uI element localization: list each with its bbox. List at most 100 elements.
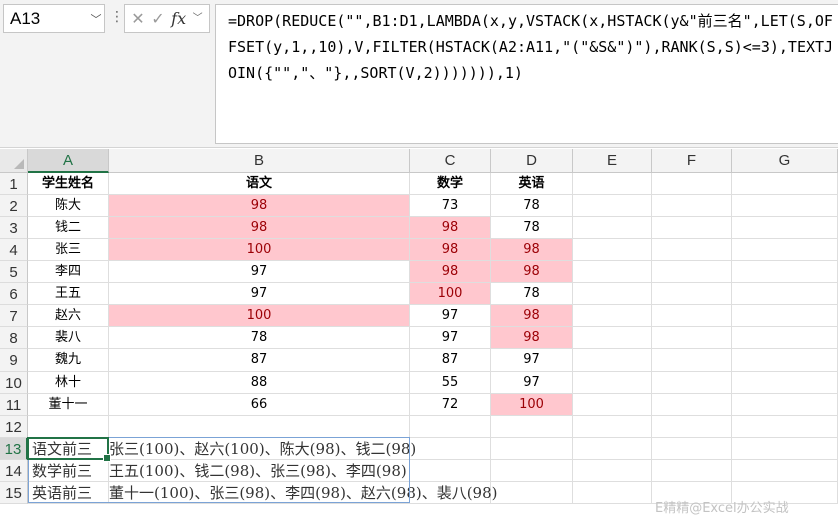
empty-cell[interactable] (652, 173, 732, 196)
empty-cell[interactable] (491, 459, 573, 482)
cancel-icon[interactable]: ✕ (131, 10, 144, 27)
empty-cell[interactable] (573, 195, 652, 218)
score-cell-chinese[interactable]: 97 (109, 261, 410, 284)
empty-cell[interactable] (573, 217, 652, 240)
empty-cell[interactable] (573, 327, 652, 350)
column-header-c[interactable]: C (410, 149, 491, 173)
empty-cell[interactable] (410, 415, 491, 438)
score-cell-chinese[interactable]: 78 (109, 327, 410, 350)
student-name-cell[interactable]: 赵六 (28, 305, 109, 328)
score-cell-chinese[interactable]: 100 (109, 305, 410, 328)
row-header-14[interactable]: 14 (0, 459, 28, 482)
row-header-15[interactable]: 15 (0, 481, 28, 504)
empty-cell[interactable] (573, 173, 652, 196)
student-name-cell[interactable]: 林十 (28, 371, 109, 394)
name-box[interactable]: A13 ﹀ (3, 4, 105, 33)
column-header-b[interactable]: B (109, 149, 410, 173)
score-cell-math[interactable]: 98 (410, 261, 491, 284)
column-header-a[interactable]: A (28, 149, 109, 173)
empty-cell[interactable] (732, 437, 838, 460)
empty-cell[interactable] (652, 283, 732, 306)
empty-cell[interactable] (491, 437, 573, 460)
empty-cell[interactable] (732, 415, 838, 438)
student-name-cell[interactable]: 张三 (28, 239, 109, 262)
empty-cell[interactable] (652, 195, 732, 218)
empty-cell[interactable] (109, 415, 410, 438)
row-header-6[interactable]: 6 (0, 283, 28, 306)
row-header-12[interactable]: 12 (0, 415, 28, 438)
score-cell-english[interactable]: 78 (491, 195, 573, 218)
empty-cell[interactable] (491, 481, 573, 504)
empty-cell[interactable] (573, 393, 652, 416)
score-cell-english[interactable]: 98 (491, 305, 573, 328)
empty-cell[interactable] (732, 393, 838, 416)
empty-cell[interactable] (652, 459, 732, 482)
empty-cell[interactable] (732, 371, 838, 394)
empty-cell[interactable] (652, 415, 732, 438)
row-header-8[interactable]: 8 (0, 327, 28, 350)
chevron-down-icon[interactable]: ﹀ (88, 11, 104, 27)
student-name-cell[interactable]: 李四 (28, 261, 109, 284)
score-cell-chinese[interactable]: 98 (109, 195, 410, 218)
empty-cell[interactable] (573, 305, 652, 328)
score-cell-english[interactable]: 78 (491, 217, 573, 240)
header-cell-name[interactable]: 学生姓名 (28, 173, 109, 196)
score-cell-math[interactable]: 87 (410, 349, 491, 372)
empty-cell[interactable] (732, 305, 838, 328)
empty-cell[interactable] (652, 327, 732, 350)
empty-cell[interactable] (732, 217, 838, 240)
empty-cell[interactable] (652, 239, 732, 262)
empty-cell[interactable] (732, 261, 838, 284)
empty-cell[interactable] (732, 239, 838, 262)
student-name-cell[interactable]: 王五 (28, 283, 109, 306)
row-header-1[interactable]: 1 (0, 173, 28, 196)
header-cell-chinese[interactable]: 语文 (109, 173, 410, 196)
score-cell-math[interactable]: 72 (410, 393, 491, 416)
score-cell-chinese[interactable]: 100 (109, 239, 410, 262)
score-cell-english[interactable]: 98 (491, 327, 573, 350)
row-header-7[interactable]: 7 (0, 305, 28, 328)
empty-cell[interactable] (652, 217, 732, 240)
score-cell-math[interactable]: 98 (410, 239, 491, 262)
empty-cell[interactable] (652, 371, 732, 394)
row-header-4[interactable]: 4 (0, 239, 28, 262)
score-cell-english[interactable]: 98 (491, 261, 573, 284)
score-cell-math[interactable]: 55 (410, 371, 491, 394)
more-options-icon[interactable]: ⋮ (110, 9, 124, 25)
header-cell-english[interactable]: 英语 (491, 173, 573, 196)
empty-cell[interactable] (732, 195, 838, 218)
student-name-cell[interactable]: 魏九 (28, 349, 109, 372)
empty-cell[interactable] (652, 261, 732, 284)
enter-icon[interactable]: ✓ (151, 10, 164, 27)
row-header-5[interactable]: 5 (0, 261, 28, 284)
empty-cell[interactable] (652, 393, 732, 416)
empty-cell[interactable] (652, 437, 732, 460)
empty-cell[interactable] (573, 459, 652, 482)
empty-cell[interactable] (573, 349, 652, 372)
empty-cell[interactable] (573, 371, 652, 394)
insert-function-icon[interactable]: fx (171, 10, 186, 27)
score-cell-chinese[interactable]: 87 (109, 349, 410, 372)
student-name-cell[interactable]: 钱二 (28, 217, 109, 240)
row-header-9[interactable]: 9 (0, 349, 28, 372)
score-cell-chinese[interactable]: 98 (109, 217, 410, 240)
empty-cell[interactable] (732, 283, 838, 306)
column-header-e[interactable]: E (573, 149, 652, 173)
score-cell-math[interactable]: 100 (410, 283, 491, 306)
empty-cell[interactable] (652, 349, 732, 372)
empty-cell[interactable] (652, 305, 732, 328)
student-name-cell[interactable]: 裴八 (28, 327, 109, 350)
empty-cell[interactable] (732, 173, 838, 196)
empty-cell[interactable] (573, 481, 652, 504)
row-header-3[interactable]: 3 (0, 217, 28, 240)
formula-input[interactable]: =DROP(REDUCE("",B1:D1,LAMBDA(x,y,VSTACK(… (215, 4, 838, 144)
empty-cell[interactable] (573, 437, 652, 460)
row-header-10[interactable]: 10 (0, 371, 28, 394)
select-all-corner[interactable] (0, 149, 28, 173)
score-cell-english[interactable]: 78 (491, 283, 573, 306)
empty-cell[interactable] (573, 261, 652, 284)
score-cell-math[interactable]: 73 (410, 195, 491, 218)
column-header-d[interactable]: D (491, 149, 573, 173)
score-cell-chinese[interactable]: 66 (109, 393, 410, 416)
student-name-cell[interactable]: 陈大 (28, 195, 109, 218)
